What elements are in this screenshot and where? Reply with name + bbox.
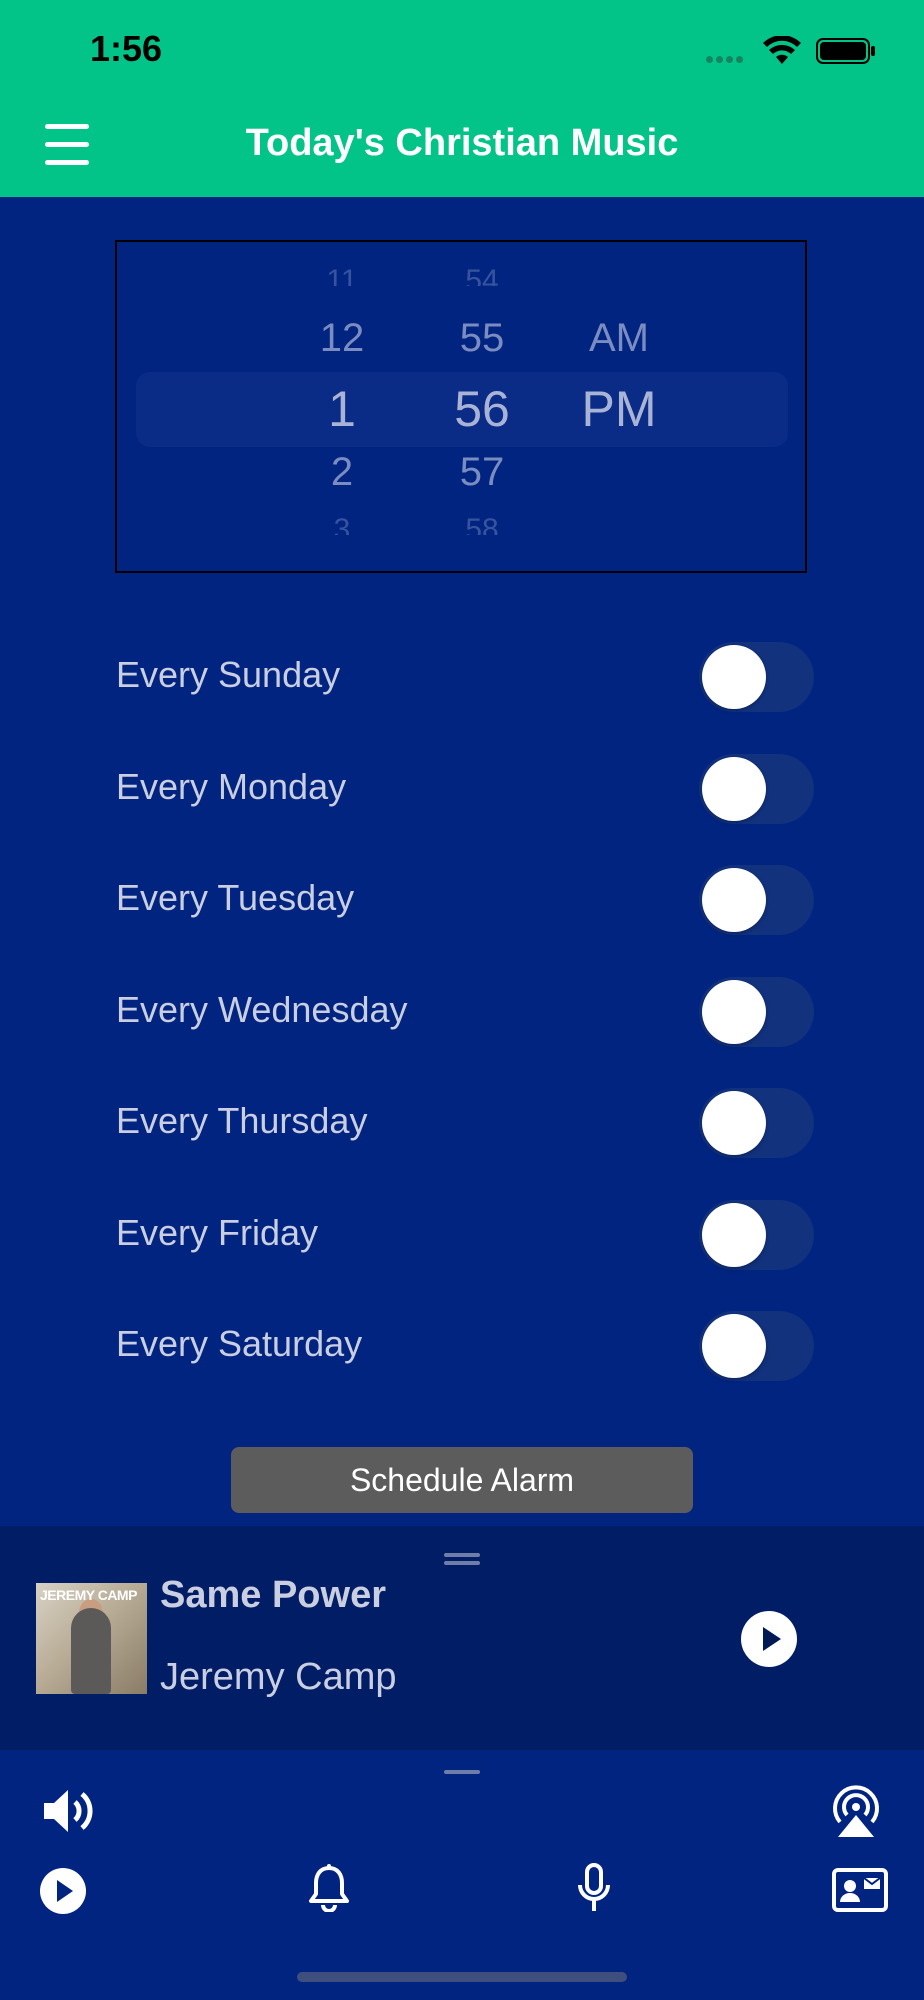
signal-dots-icon (706, 50, 746, 68)
minute-option: 58 (465, 513, 499, 535)
day-label: Every Wednesday (116, 989, 408, 1030)
tuesday-toggle[interactable] (699, 865, 814, 935)
minute-option: 54 (465, 264, 499, 286)
wednesday-toggle[interactable] (699, 977, 814, 1047)
hour-selected: 1 (328, 381, 356, 437)
toggle-knob (702, 1203, 766, 1267)
contact-card-icon[interactable] (832, 1868, 888, 1912)
home-indicator (297, 1972, 627, 1982)
volume-icon[interactable] (40, 1785, 100, 1837)
monday-toggle[interactable] (699, 754, 814, 824)
toggle-knob (702, 757, 766, 821)
minute-selected: 56 (454, 381, 510, 437)
app-screen: 1:56 Today's Christian Music 11 12 1 2 3… (0, 0, 924, 2000)
bell-icon[interactable] (308, 1864, 350, 1912)
day-row-monday: Every Monday (116, 754, 814, 824)
play-icon[interactable] (38, 1866, 88, 1916)
period-option: AM (589, 316, 649, 360)
day-label: Every Saturday (116, 1323, 363, 1364)
minute-option: 55 (459, 316, 505, 360)
toolbar-handle[interactable] (444, 1770, 480, 1774)
period-selected: PM (581, 381, 657, 437)
album-art: JEREMY CAMP (36, 1583, 147, 1694)
day-label: Every Monday (116, 766, 347, 807)
hour-option: 3 (333, 513, 351, 535)
day-row-thursday: Every Thursday (116, 1088, 814, 1158)
day-label: Every Thursday (116, 1100, 368, 1141)
hour-option: 12 (319, 316, 365, 360)
time-picker[interactable]: 11 12 1 2 3 54 55 56 57 58 AM PM (115, 240, 807, 573)
day-row-tuesday: Every Tuesday (116, 865, 814, 935)
friday-toggle[interactable] (699, 1200, 814, 1270)
top-bar: 1:56 Today's Christian Music (0, 0, 924, 197)
status-time: 1:56 (90, 28, 163, 69)
sunday-toggle[interactable] (699, 642, 814, 712)
day-label: Every Friday (116, 1212, 319, 1253)
wifi-icon (763, 36, 801, 64)
day-label: Every Tuesday (116, 877, 355, 918)
battery-icon (816, 38, 875, 64)
album-art-text: JEREMY CAMP (40, 1587, 137, 1603)
day-row-sunday: Every Sunday (116, 642, 814, 712)
day-row-friday: Every Friday (116, 1200, 814, 1270)
day-row-saturday: Every Saturday (116, 1311, 814, 1381)
airplay-icon[interactable] (828, 1783, 884, 1839)
hour-option: 2 (330, 450, 354, 494)
hour-option: 11 (326, 264, 358, 286)
track-title: Same Power (160, 1574, 386, 1616)
day-label: Every Sunday (116, 654, 341, 695)
microphone-icon[interactable] (576, 1863, 612, 1913)
saturday-toggle[interactable] (699, 1311, 814, 1381)
drag-handle (444, 1561, 480, 1565)
minute-option: 57 (459, 450, 505, 494)
toggle-knob (702, 1314, 766, 1378)
play-button[interactable] (741, 1611, 797, 1667)
album-figure (71, 1608, 111, 1694)
now-playing-bar[interactable]: JEREMY CAMP Same Power Jeremy Camp (0, 1526, 924, 1750)
thursday-toggle[interactable] (699, 1088, 814, 1158)
minute-wheel[interactable]: 54 55 56 57 58 (437, 242, 527, 571)
toggle-knob (702, 645, 766, 709)
day-row-wednesday: Every Wednesday (116, 977, 814, 1047)
period-wheel[interactable]: AM PM (549, 242, 689, 571)
hour-wheel[interactable]: 11 12 1 2 3 (297, 242, 387, 571)
toggle-knob (702, 868, 766, 932)
schedule-alarm-button[interactable]: Schedule Alarm (231, 1447, 693, 1513)
track-artist: Jeremy Camp (160, 1656, 397, 1698)
drag-handle[interactable] (444, 1553, 480, 1557)
toggle-knob (702, 1091, 766, 1155)
toggle-knob (702, 980, 766, 1044)
app-title: Today's Christian Music (245, 122, 679, 164)
